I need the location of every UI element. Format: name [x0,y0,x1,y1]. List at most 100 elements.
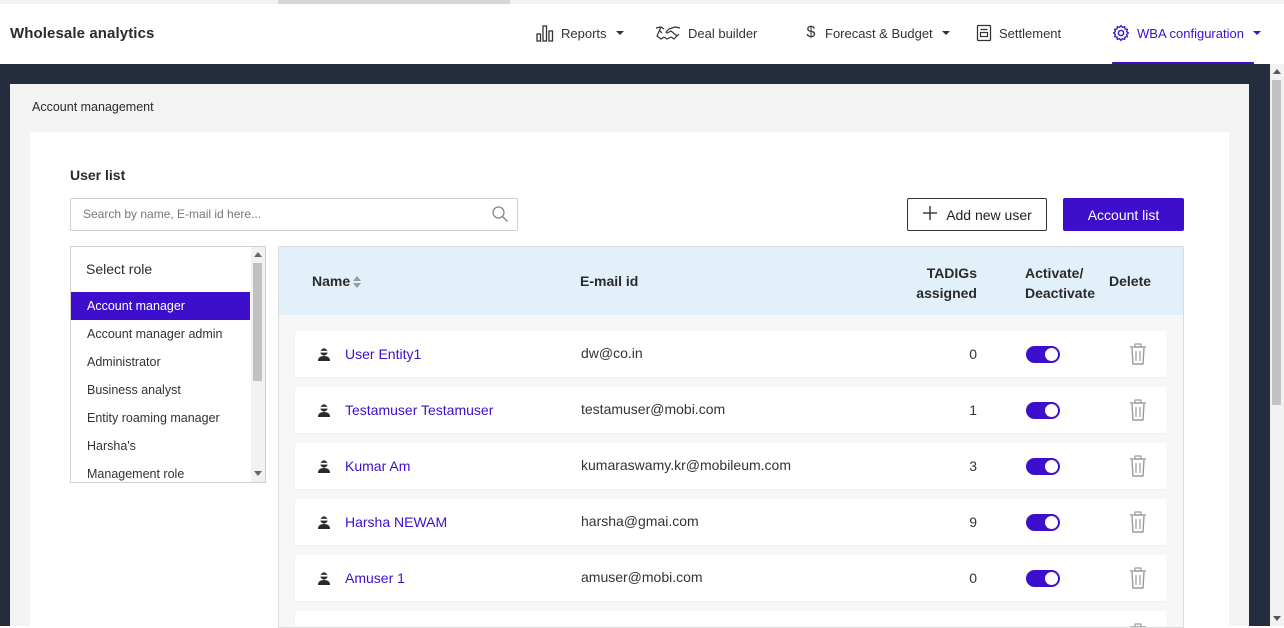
column-header-activate-line2: Deactivate [1025,285,1096,301]
table-header: Name E-mail id TADIGs assigned Activate/… [279,247,1183,315]
nav-wba-configuration[interactable]: WBA configuration [1112,21,1261,45]
user-icon [317,403,331,422]
top-header: Wholesale analytics Reports Deal builder… [0,4,1284,65]
user-icon [317,459,331,478]
scroll-down-arrow-icon[interactable] [254,471,262,476]
table-row: User Entity1 dw@co.in 0 [295,331,1167,377]
sort-icon[interactable] [353,276,362,289]
table-row [295,611,1167,627]
toggle-knob [1045,348,1058,361]
nav-reports[interactable]: Reports [536,21,624,45]
trash-icon[interactable] [1129,511,1147,538]
toggle-knob [1045,572,1058,585]
column-header-name[interactable]: Name [312,273,362,289]
section-title: User list [70,167,126,183]
role-item-account-manager-admin[interactable]: Account manager admin [71,320,250,348]
nav-forecast-budget-label: Forecast & Budget [825,25,933,41]
role-item-entity-roaming-manager[interactable]: Entity roaming manager [71,404,250,432]
column-header-email: E-mail id [580,273,639,289]
chevron-down-icon [1252,31,1261,35]
nav-wba-configuration-label: WBA configuration [1137,25,1244,41]
column-header-activate-line1: Activate/ [1025,265,1084,281]
activate-toggle[interactable] [1026,458,1060,475]
user-email: amuser@mobi.com [581,569,703,585]
user-email: testamuser@mobi.com [581,401,726,417]
user-icon [317,571,331,590]
add-new-user-label: Add new user [946,206,1032,223]
search-input[interactable] [81,206,485,222]
page-scrollbar[interactable] [1270,64,1284,626]
chevron-down-icon [941,31,950,35]
activate-toggle[interactable] [1026,570,1060,587]
nav-deal-builder[interactable]: Deal builder [655,21,757,45]
users-table: Name E-mail id TADIGs assigned Activate/… [278,246,1184,628]
column-header-tadigs: TADIGs assigned [899,263,977,303]
scroll-up-arrow-icon[interactable] [1273,69,1281,74]
scrollbar-thumb[interactable] [253,263,262,381]
nav-deal-builder-label: Deal builder [688,25,758,41]
nav-settlement[interactable]: Settlement [976,21,1061,45]
user-email: kumaraswamy.kr@mobileum.com [581,457,791,473]
document-icon [976,24,992,42]
search-icon[interactable] [491,205,509,228]
scroll-down-arrow-icon[interactable] [1273,616,1281,621]
handshake-icon [655,24,681,42]
user-icon [317,347,331,366]
toggle-knob [1045,460,1058,473]
add-new-user-button[interactable]: Add new user [907,198,1047,231]
tadigs-count: 9 [969,514,977,530]
role-list-title: Select role [86,261,153,277]
user-email: dw@co.in [581,345,643,361]
role-item-business-analyst[interactable]: Business analyst [71,376,250,404]
bar-chart-icon [536,24,554,42]
nav-reports-label: Reports [561,25,607,41]
user-email: harsha@gmai.com [581,513,699,529]
column-header-tadigs-line1: TADIGs [926,265,977,281]
chevron-down-icon [615,31,624,35]
column-header-delete: Delete [1109,273,1152,289]
activate-toggle[interactable] [1026,402,1060,419]
table-row: Testamuser Testamuser testamuser@mobi.com… [295,387,1167,433]
table-row: Amuser 1 amuser@mobi.com 0 [295,555,1167,601]
column-header-activate: Activate/ Deactivate [1025,263,1095,303]
user-name-link[interactable]: User Entity1 [345,346,421,362]
user-name-link[interactable]: Amuser 1 [345,570,405,586]
activate-toggle[interactable] [1026,514,1060,531]
table-row: Harsha NEWAM harsha@gmai.com 9 [295,499,1167,545]
toggle-knob [1045,516,1058,529]
page-title: Account management [32,100,154,114]
nav-settlement-label: Settlement [999,25,1062,41]
trash-icon[interactable] [1129,567,1147,594]
trash-icon[interactable] [1129,399,1147,426]
gear-icon [1112,24,1130,42]
user-name-link[interactable]: Harsha NEWAM [345,514,447,530]
search-field[interactable] [70,198,518,231]
role-item-account-manager[interactable]: Account manager [71,292,250,320]
plus-icon [922,205,938,224]
toggle-knob [1045,404,1058,417]
trash-icon[interactable] [1129,455,1147,482]
scrollbar-thumb[interactable] [1272,80,1281,405]
tadigs-count: 0 [969,346,977,362]
column-header-name-label: Name [312,273,351,289]
role-item-administrator[interactable]: Administrator [71,348,250,376]
role-item-harshas[interactable]: Harsha's [71,432,250,460]
table-row: Kumar Am kumaraswamy.kr@mobileum.com 3 [295,443,1167,489]
column-header-tadigs-line2: assigned [916,285,977,301]
user-name-link[interactable]: Testamuser Testamuser [345,402,493,418]
tadigs-count: 3 [969,458,977,474]
tadigs-count: 0 [969,570,977,586]
tadigs-count: 1 [969,402,977,418]
role-list-scrollbar[interactable] [251,247,265,482]
user-name-link[interactable]: Kumar Am [345,458,410,474]
app-title: Wholesale analytics [10,25,155,42]
account-list-button[interactable]: Account list [1063,198,1184,231]
role-list: Select role Account manager Account mana… [70,246,266,483]
nav-forecast-budget[interactable]: $ Forecast & Budget [804,21,950,45]
user-icon [317,515,331,534]
role-item-management-role[interactable]: Management role [71,460,250,482]
activate-toggle[interactable] [1026,346,1060,363]
scroll-up-arrow-icon[interactable] [254,252,262,257]
trash-icon[interactable] [1129,343,1147,370]
dollar-icon: $ [806,24,816,41]
